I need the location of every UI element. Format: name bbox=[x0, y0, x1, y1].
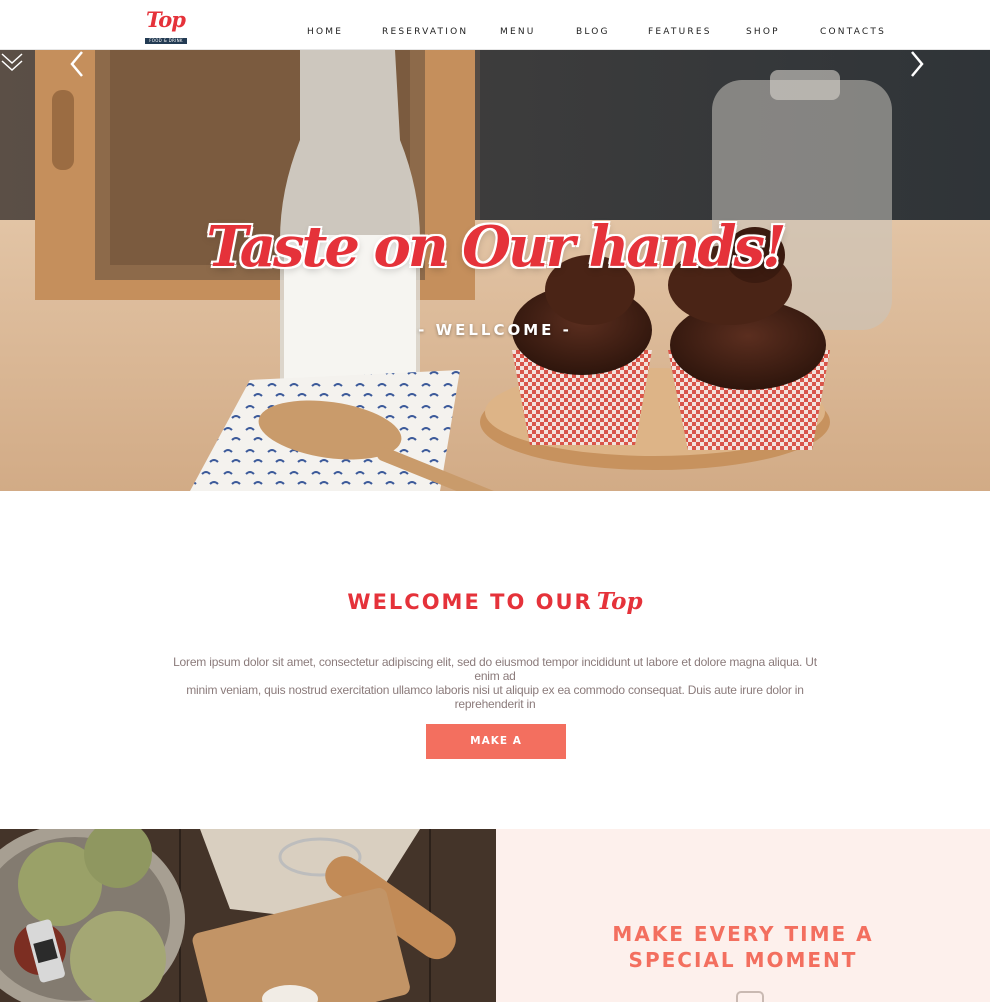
welcome-text-line-1: Lorem ipsum dolor sit amet, consectetur … bbox=[173, 655, 817, 683]
special-moment-title: MAKE EVERY TIME A SPECIAL MOMENT bbox=[496, 921, 990, 973]
chevron-right-icon[interactable] bbox=[904, 50, 928, 78]
make-reservation-button[interactable]: MAKE A RESERVATION bbox=[426, 724, 566, 782]
logo[interactable]: Top FOOD & DRINK bbox=[143, 6, 188, 46]
nav-item-home[interactable]: HOME bbox=[307, 27, 343, 37]
welcome-title-script: Top bbox=[596, 588, 643, 615]
nav-item-features[interactable]: FEATURES bbox=[648, 27, 712, 37]
nav-item-menu[interactable]: MENU bbox=[500, 27, 536, 37]
double-chevron-down-icon[interactable] bbox=[0, 50, 24, 74]
hero-slider: Taste on Our hands! - WELLCOME - bbox=[0, 50, 990, 491]
hero-subtitle: - WELLCOME - bbox=[418, 321, 572, 339]
kitchen-photo bbox=[0, 829, 496, 1002]
kitchen-photo-art bbox=[0, 829, 496, 1002]
nav-item-contacts[interactable]: CONTACTS bbox=[820, 27, 886, 37]
special-moment-panel: MAKE EVERY TIME A SPECIAL MOMENT bbox=[496, 829, 990, 1002]
welcome-title-prefix: WELCOME TO OUR bbox=[347, 590, 593, 614]
welcome-text: Lorem ipsum dolor sit amet, consectetur … bbox=[170, 655, 820, 711]
site-header: Top FOOD & DRINK HOME RESERVATION MENU B… bbox=[0, 0, 990, 50]
special-moment-title-line-1: MAKE EVERY TIME A bbox=[612, 922, 874, 946]
logo-tagline: FOOD & DRINK bbox=[145, 38, 187, 44]
special-moment-title-line-2: SPECIAL MOMENT bbox=[628, 948, 858, 972]
chevron-left-icon[interactable] bbox=[66, 50, 90, 78]
nav-item-shop[interactable]: SHOP bbox=[746, 27, 780, 37]
nav-item-blog[interactable]: BLOG bbox=[576, 27, 610, 37]
welcome-text-line-2: minim veniam, quis nostrud exercitation … bbox=[186, 683, 804, 711]
cup-icon bbox=[736, 991, 764, 1002]
hero-title: Taste on Our hands! bbox=[206, 214, 786, 280]
logo-text: Top bbox=[146, 7, 186, 32]
nav-item-reservation[interactable]: RESERVATION bbox=[382, 27, 468, 37]
welcome-title: WELCOME TO OUR Top bbox=[0, 588, 990, 615]
